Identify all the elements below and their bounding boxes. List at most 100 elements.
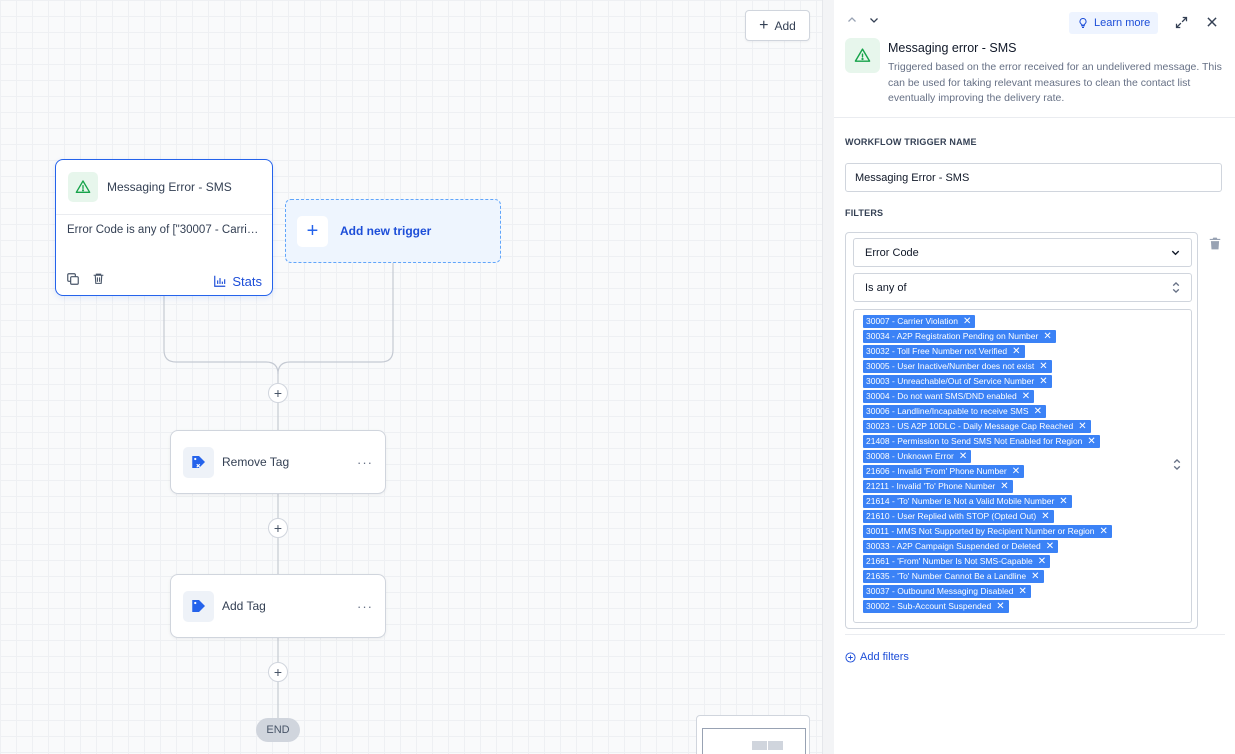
selected-value-tag: 30002 - Sub-Account Suspended ✕ [863,600,1009,613]
add-filters-button[interactable]: Add filters [845,651,909,663]
divider [845,634,1225,635]
remove-tag-icon[interactable]: ✕ [1046,541,1054,552]
plus-icon: + [297,215,328,247]
trash-icon[interactable] [1208,236,1222,256]
selected-value-tag: 21408 - Permission to Send SMS Not Enabl… [863,435,1100,448]
selected-value-tag: 30011 - MMS Not Supported by Recipient N… [863,525,1112,538]
sort-arrows-icon [1173,458,1181,471]
filter-operator-value: Is any of [865,281,907,294]
selected-value-tag: 30033 - A2P Campaign Suspended or Delete… [863,540,1059,553]
panel-divider [822,0,834,754]
remove-tag-icon[interactable]: ✕ [1000,481,1008,492]
selected-value-tag: 30005 - User Inactive/Number does not ex… [863,360,1052,373]
warning-icon [68,172,98,202]
remove-tag-icon[interactable]: ✕ [1100,526,1108,537]
delete-icon[interactable] [92,272,105,290]
remove-tag-icon[interactable]: ✕ [1038,556,1046,567]
tag-label: 21661 - 'From' Number Is Not SMS-Capable [866,556,1033,566]
more-options-icon[interactable]: ··· [357,599,373,614]
chevron-up-icon[interactable] [846,14,858,26]
tag-label: 21614 - 'To' Number Is Not a Valid Mobil… [866,496,1055,506]
action-label: Add Tag [222,599,266,613]
selected-value-tag: 30032 - Toll Free Number not Verified ✕ [863,345,1025,358]
remove-tag-icon[interactable]: ✕ [1012,346,1020,357]
stats-button[interactable]: Stats [213,274,262,289]
remove-tag-icon[interactable]: ✕ [1043,331,1051,342]
tag-label: 21606 - Invalid 'From' Phone Number [866,466,1007,476]
tag-label: 30008 - Unknown Error [866,451,954,461]
selected-value-tag: 30008 - Unknown Error ✕ [863,450,972,463]
tag-label: 30004 - Do not want SMS/DND enabled [866,391,1017,401]
bar-chart-icon [214,275,226,287]
plus-circle-icon [845,651,856,663]
filter-field-select[interactable]: Error Code [853,238,1192,267]
selected-value-tag: 30023 - US A2P 10DLC - Daily Message Cap… [863,420,1091,433]
filter-field-value: Error Code [865,246,919,259]
more-options-icon[interactable]: ··· [357,455,373,470]
trigger-name-label: WORKFLOW TRIGGER NAME [845,137,977,147]
panel-title: Messaging error - SMS [888,41,1017,55]
selected-value-tag: 21606 - Invalid 'From' Phone Number ✕ [863,465,1025,478]
tag-label: 30023 - US A2P 10DLC - Daily Message Cap… [866,421,1074,431]
expand-icon[interactable] [1174,15,1189,35]
tag-label: 30007 - Carrier Violation [866,316,958,326]
filter-group: Error Code Is any of 30007 - Carrier Vio… [845,232,1198,629]
chevron-down-icon[interactable] [868,14,880,26]
tag-label: 21610 - User Replied with STOP (Opted Ou… [866,511,1037,521]
trigger-card[interactable]: Messaging Error - SMS Error Code is any … [55,159,273,296]
filters-label: FILTERS [845,208,884,218]
tag-label: 30003 - Unreachable/Out of Service Numbe… [866,376,1035,386]
action-label: Remove Tag [222,455,290,469]
selected-value-tag: 30003 - Unreachable/Out of Service Numbe… [863,375,1052,388]
selected-value-tag: 21635 - 'To' Number Cannot Be a Landline… [863,570,1044,583]
remove-tag-icon[interactable]: ✕ [1039,376,1047,387]
tag-label: 30037 - Outbound Messaging Disabled [866,586,1014,596]
trigger-condition: Error Code is any of ["30007 - Carrier V… [67,224,272,236]
add-new-trigger-button[interactable]: + Add new trigger [285,199,501,263]
remove-tag-icon[interactable]: ✕ [1034,406,1042,417]
tag-label: 21408 - Permission to Send SMS Not Enabl… [866,436,1083,446]
copy-icon[interactable] [66,272,80,291]
workflow-canvas[interactable]: + Add Messaging Error - SMS Error Code i… [0,0,822,754]
remove-tag-icon[interactable]: ✕ [996,601,1004,612]
remove-tag-icon[interactable]: ✕ [1018,586,1026,597]
trigger-title: Messaging Error - SMS [107,180,232,194]
learn-more-button[interactable]: Learn more [1069,12,1159,34]
tag-icon [183,590,214,622]
action-card-remove-tag[interactable]: Remove Tag ··· [170,430,386,494]
remove-tag-icon[interactable]: ✕ [1022,391,1030,402]
remove-tag-icon[interactable]: ✕ [1031,571,1039,582]
add-button-label: Add [774,18,796,33]
remove-tag-icon[interactable]: ✕ [1087,436,1095,447]
remove-tag-icon[interactable]: ✕ [1059,496,1067,507]
add-step-button[interactable]: + [268,383,288,403]
warning-icon [845,38,880,73]
trigger-name-input[interactable]: Messaging Error - SMS [845,163,1222,192]
selected-values-list: 30007 - Carrier Violation ✕ 30034 - A2P Re… [863,315,1112,613]
add-button[interactable]: + Add [745,10,810,41]
filter-operator-select[interactable]: Is any of [853,273,1192,302]
selected-value-tag: 30037 - Outbound Messaging Disabled ✕ [863,585,1031,598]
remove-tag-icon[interactable]: ✕ [963,316,971,327]
add-filters-label: Add filters [860,651,909,663]
filter-values-multiselect[interactable]: 30007 - Carrier Violation ✕ 30034 - A2P Re… [853,309,1192,623]
close-icon[interactable] [1205,15,1219,34]
remove-tag-icon[interactable]: ✕ [1039,361,1047,372]
remove-tag-icon[interactable]: ✕ [1041,511,1049,522]
remove-tag-icon [183,446,214,478]
panel-description: Triggered based on the error received fo… [888,61,1222,104]
minimap[interactable] [696,715,810,754]
stats-label: Stats [232,273,262,289]
trigger-settings-panel: Learn more Messaging error - SMS Trigger… [834,0,1235,754]
action-card-add-tag[interactable]: Add Tag ··· [170,574,386,638]
lightbulb-icon [1079,17,1087,28]
add-step-button[interactable]: + [268,518,288,538]
remove-tag-icon[interactable]: ✕ [1078,421,1086,432]
selected-value-tag: 30004 - Do not want SMS/DND enabled ✕ [863,390,1035,403]
remove-tag-icon[interactable]: ✕ [959,451,967,462]
tag-label: 30002 - Sub-Account Suspended [866,601,992,611]
remove-tag-icon[interactable]: ✕ [1012,466,1020,477]
learn-more-label: Learn more [1094,17,1151,29]
add-step-button[interactable]: + [268,662,288,682]
selected-value-tag: 21211 - Invalid 'To' Phone Number ✕ [863,480,1013,493]
